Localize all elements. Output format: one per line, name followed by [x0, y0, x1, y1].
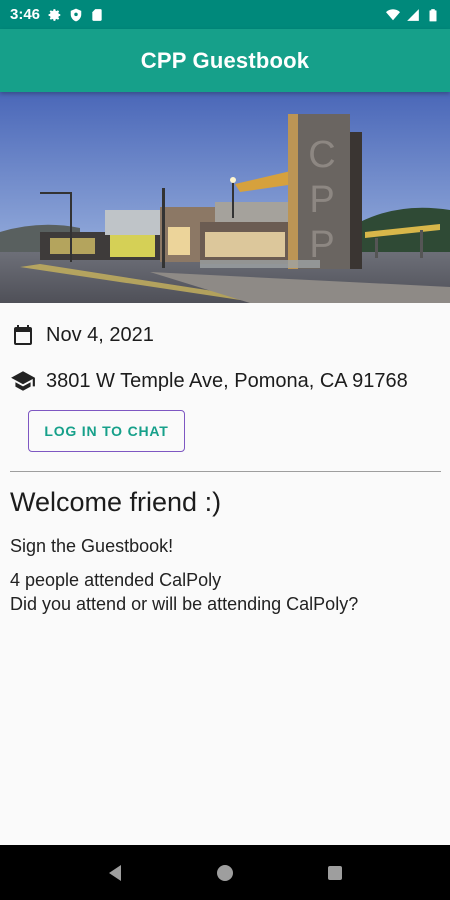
hero-image: C P P — [0, 92, 450, 303]
sd-card-icon — [92, 8, 102, 21]
app-title: CPP Guestbook — [140, 47, 310, 73]
sign-guestbook-text: Sign the Guestbook! — [10, 536, 174, 556]
recents-icon[interactable] — [315, 853, 355, 893]
school-icon — [10, 368, 36, 394]
signal-icon — [407, 8, 419, 21]
status-time: 3:46 — [10, 6, 41, 23]
hero-sign-p1: P — [309, 179, 334, 221]
battery-icon — [429, 8, 437, 21]
hero-sign-c: C — [308, 134, 335, 176]
wifi-icon — [386, 8, 400, 20]
welcome-heading: Welcome friend :) — [10, 487, 222, 517]
home-icon[interactable] — [205, 853, 245, 893]
date-row: Nov 4, 2021 — [10, 322, 154, 348]
status-bar: 3:46 — [0, 0, 450, 29]
back-icon[interactable] — [95, 853, 135, 893]
hero-sign-p2: P — [309, 224, 334, 266]
event-date: Nov 4, 2021 — [46, 323, 154, 346]
log-in-to-chat-button[interactable]: LOG IN TO CHAT — [28, 410, 185, 452]
shield-icon — [70, 8, 82, 21]
attend-question-text: Did you attend or will be attending CalP… — [10, 594, 359, 614]
system-nav-bar — [0, 845, 450, 900]
calendar-icon — [10, 322, 36, 348]
app-bar: CPP Guestbook — [0, 29, 450, 92]
divider — [10, 471, 441, 472]
event-location: 3801 W Temple Ave, Pomona, CA 91768 — [46, 369, 408, 392]
gear-icon — [48, 8, 61, 21]
attendance-info: 4 people attended CalPoly Did you attend… — [10, 568, 358, 616]
attended-count-text: 4 people attended CalPoly — [10, 570, 222, 590]
location-row: 3801 W Temple Ave, Pomona, CA 91768 — [10, 368, 408, 394]
